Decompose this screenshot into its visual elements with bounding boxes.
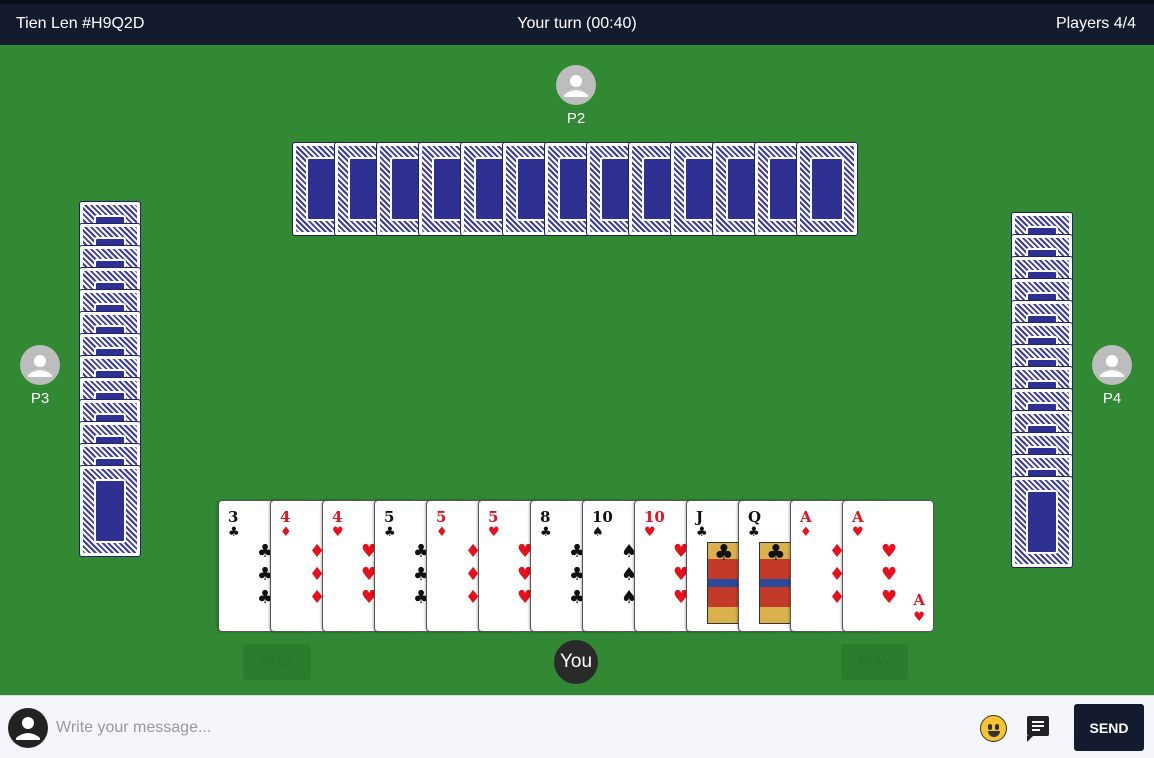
card-rank: 5 bbox=[436, 508, 447, 526]
players-count: Players 4/4 bbox=[1055, 15, 1136, 32]
player-p2-name: P2 bbox=[566, 110, 586, 127]
send-button[interactable]: SEND bbox=[1074, 704, 1144, 751]
player-self-badge: You bbox=[554, 640, 598, 684]
chat-icon[interactable] bbox=[1027, 716, 1049, 742]
card-suit: ♣ bbox=[696, 525, 708, 540]
card-rank: 8 bbox=[540, 508, 551, 526]
chat-message-input[interactable] bbox=[56, 714, 956, 742]
card-suit: ♣ bbox=[766, 541, 786, 566]
card-rank: A bbox=[852, 508, 864, 526]
turn-status: Your turn (00:40) bbox=[517, 15, 637, 32]
card-pip: ♥ bbox=[881, 564, 898, 585]
game-table: P2 P3 P4 3 ♣ ♣ ♣ ♣ 4 ♦ ♦ ♦ ♦ 4 ♥ ♥ ♥ ♥ 5 ♣ ♣ ♣ ♣ 5 ♦ ♦ ♦ ♦ 5 ♥ ♥ ♥ ♥ 8… bbox=[0, 45, 1154, 695]
card-suit: ♣ bbox=[228, 525, 240, 540]
play-button[interactable]: PLAY bbox=[841, 644, 908, 680]
card-suit: ♣ bbox=[714, 541, 734, 566]
player-p2-avatar bbox=[556, 65, 596, 105]
card-rank: J bbox=[696, 508, 704, 526]
card-rank: 3 bbox=[228, 508, 239, 526]
card-suit: ♥ bbox=[852, 525, 864, 540]
card-suit: ♠ bbox=[592, 525, 604, 540]
card-pip: ♥ bbox=[881, 587, 898, 608]
card-back bbox=[79, 465, 141, 557]
card-rank: 5 bbox=[488, 508, 499, 526]
person-icon bbox=[1100, 355, 1124, 377]
person-icon bbox=[16, 717, 40, 740]
card-suit: ♥ bbox=[913, 610, 925, 625]
pass-button[interactable]: PASS bbox=[243, 644, 311, 680]
card-suit: ♥ bbox=[644, 525, 656, 540]
card-suit: ♣ bbox=[384, 525, 396, 540]
card-rank: A bbox=[913, 591, 925, 609]
card-rank: 10 bbox=[592, 508, 613, 526]
person-icon bbox=[28, 355, 52, 377]
player-p4-avatar bbox=[1092, 345, 1132, 385]
person-icon bbox=[564, 75, 588, 97]
card-rank: 5 bbox=[384, 508, 395, 526]
card-back bbox=[1011, 476, 1073, 568]
hand-card[interactable]: A ♥ ♥ ♥ ♥ A ♥ bbox=[842, 500, 934, 632]
card-suit: ♦ bbox=[280, 525, 292, 540]
emoji-icon[interactable] bbox=[980, 715, 1007, 742]
card-pip: ♥ bbox=[881, 541, 898, 562]
card-rank: A bbox=[800, 508, 812, 526]
card-back bbox=[796, 142, 858, 236]
card-suit: ♣ bbox=[540, 525, 552, 540]
face-card-art: ♣ bbox=[759, 541, 791, 624]
player-p4-name: P4 bbox=[1102, 390, 1122, 407]
card-suit: ♦ bbox=[800, 525, 812, 540]
top-bar: Tien Len #H9Q2D Your turn (00:40) Player… bbox=[0, 0, 1154, 45]
card-suit: ♦ bbox=[436, 525, 448, 540]
card-suit: ♥ bbox=[488, 525, 500, 540]
chat-bar: SEND bbox=[0, 695, 1154, 758]
player-p3-avatar bbox=[20, 345, 60, 385]
card-suit: ♣ bbox=[748, 525, 760, 540]
card-rank: 4 bbox=[332, 508, 343, 526]
card-rank: Q bbox=[748, 508, 762, 526]
card-rank: 4 bbox=[280, 508, 291, 526]
card-suit: ♥ bbox=[332, 525, 344, 540]
player-p3-name: P3 bbox=[30, 390, 50, 407]
card-rank: 10 bbox=[644, 508, 665, 526]
face-card-art: ♣ bbox=[707, 541, 739, 624]
user-avatar bbox=[8, 708, 48, 748]
